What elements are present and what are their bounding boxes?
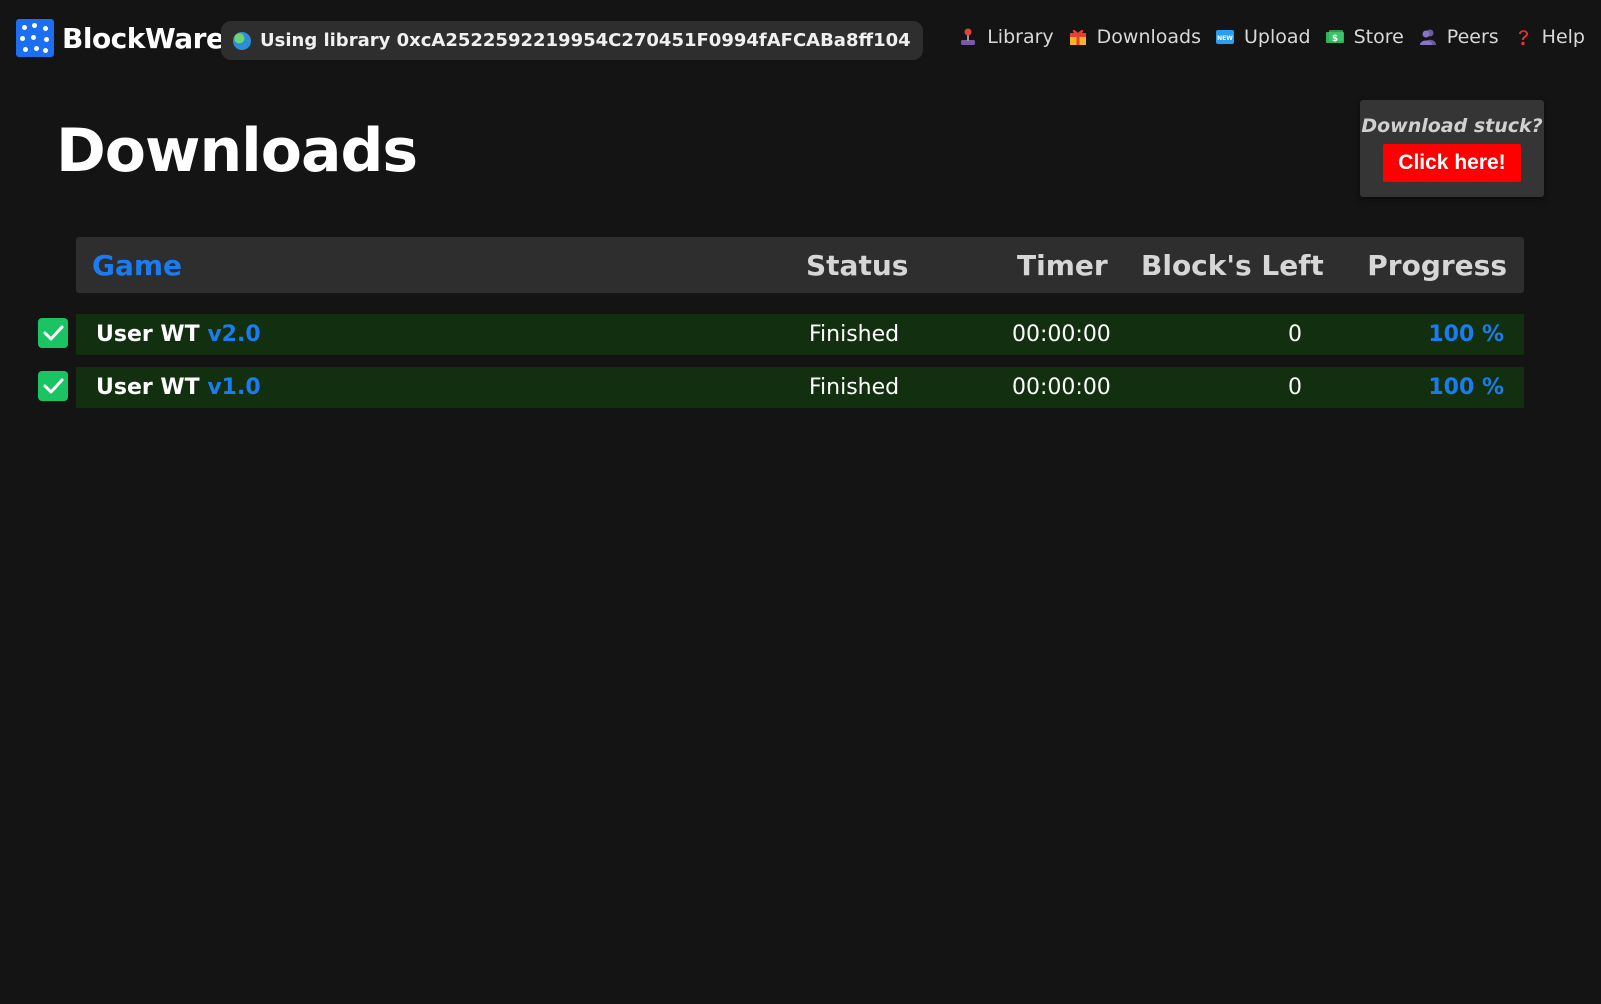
blocks-left-cell: 0 [1288,375,1302,400]
nav-label-downloads: Downloads [1096,26,1201,48]
blockware-logo-icon [16,19,54,57]
joystick-icon [961,28,976,45]
nav-item-help[interactable]: Help [1513,26,1585,48]
people-icon [1419,29,1436,45]
status-cell: Finished [809,375,900,400]
timer-cell: 00:00:00 [1012,375,1111,400]
progress-cell: 100 % [1428,322,1504,347]
row-checkbox[interactable] [38,318,68,348]
game-name: User WT [96,375,200,400]
globe-icon [233,31,251,50]
nav-item-peers[interactable]: Peers [1418,26,1499,48]
library-indicator[interactable]: Using library 0xcA2522592219954C270451F0… [221,21,923,60]
brand-name: BlockWare [62,21,225,55]
progress-cell: 100 % [1428,375,1504,400]
column-header-progress: Progress [1367,249,1507,282]
table-row[interactable]: User WT v2.0 Finished 00:00:00 0 100 % [76,314,1524,355]
game-cell[interactable]: User WT v2.0 [96,322,261,347]
column-header-status: Status [806,249,909,282]
game-version: v2.0 [207,322,261,347]
svg-text:$: $ [1331,34,1337,44]
new-icon: NEW [1216,30,1234,44]
question-icon [1518,30,1528,46]
nav-item-store[interactable]: $ Store [1325,26,1404,48]
main-nav: Library Downloads NEW Upload $ Store Pee… [944,26,1585,48]
page-title: Downloads [56,116,418,186]
top-bar: BlockWare Using library 0xcA252259221995… [0,0,1601,80]
nav-label-peers: Peers [1446,26,1499,48]
gift-icon [1069,29,1086,45]
nav-item-library[interactable]: Library [958,26,1054,48]
nav-label-library: Library [987,26,1054,48]
nav-label-store: Store [1353,26,1404,48]
game-version: v1.0 [207,375,261,400]
nav-item-upload[interactable]: NEW Upload [1215,26,1311,48]
downloads-table-header: Game Status Timer Block's Left Progress [76,237,1524,293]
column-header-game[interactable]: Game [92,249,182,282]
svg-text:NEW: NEW [1217,35,1233,42]
download-stuck-panel: Download stuck? Click here! [1360,100,1544,197]
column-header-blocks-left: Block's Left [1141,249,1324,282]
nav-item-downloads[interactable]: Downloads [1068,26,1201,48]
game-cell[interactable]: User WT v1.0 [96,375,261,400]
library-text: Using library 0xcA2522592219954C270451F0… [260,30,911,51]
blocks-left-cell: 0 [1288,322,1302,347]
nav-label-help: Help [1541,26,1585,48]
column-header-timer: Timer [1017,249,1108,282]
status-cell: Finished [809,322,900,347]
brand[interactable]: BlockWare [16,19,225,57]
money-icon: $ [1325,30,1344,44]
row-checkbox[interactable] [38,371,68,401]
click-here-button[interactable]: Click here! [1383,144,1521,182]
nav-label-upload: Upload [1244,26,1311,48]
timer-cell: 00:00:00 [1012,322,1111,347]
checkmark-icon [43,378,64,394]
checkmark-icon [43,325,64,341]
table-row[interactable]: User WT v1.0 Finished 00:00:00 0 100 % [76,367,1524,408]
game-name: User WT [96,322,200,347]
download-stuck-text: Download stuck? [1361,115,1543,137]
